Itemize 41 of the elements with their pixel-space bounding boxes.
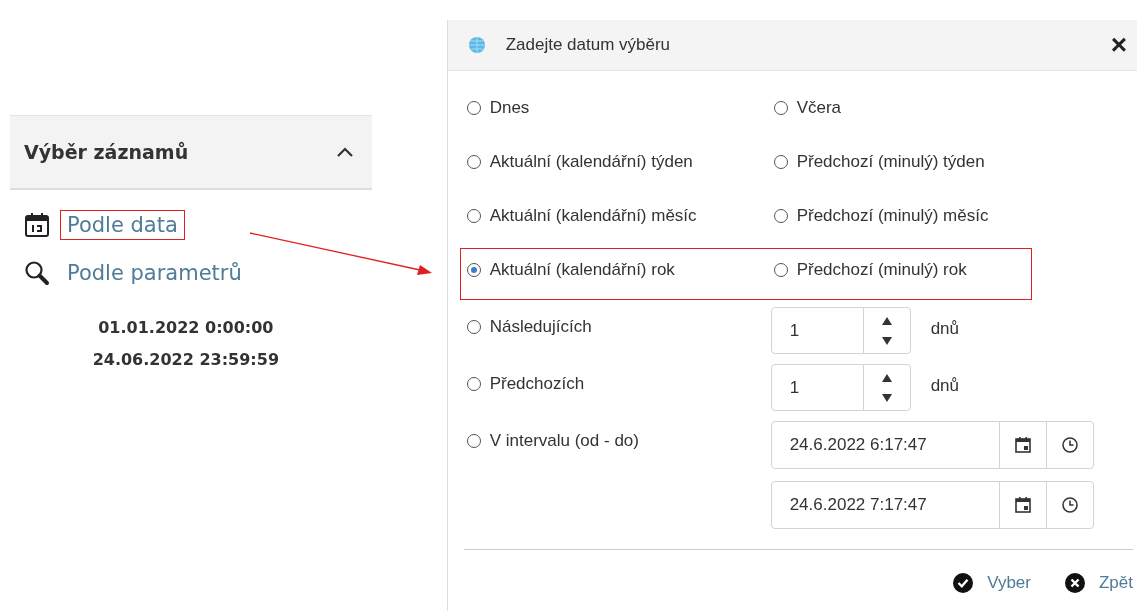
radio-option[interactable]: V intervalu (od - do)	[466, 428, 771, 454]
section-header[interactable]: Výběr záznamů	[10, 115, 372, 190]
number-field[interactable]: 1	[770, 364, 911, 411]
radio-option[interactable]: Následujících	[466, 314, 771, 340]
down-arrow-icon[interactable]	[880, 392, 893, 403]
radio-option[interactable]: Předchozí (minulý) měsíc	[773, 189, 1137, 243]
search-icon	[24, 260, 50, 286]
datetime-field[interactable]: 24.6.2022 7:17:47	[770, 481, 1094, 529]
back-button[interactable]: Zpět	[1064, 573, 1133, 593]
select-button[interactable]: Vyber	[953, 573, 1031, 593]
radio-option[interactable]: Předchozí (minulý) týden	[773, 135, 1137, 189]
clock-icon[interactable]	[1060, 496, 1079, 514]
radio-option[interactable]: Dnes	[466, 81, 774, 135]
check-icon	[953, 573, 974, 593]
radio-option[interactable]: Aktuální (kalendářní) měsíc	[466, 189, 774, 243]
section-title: Výběr záznamů	[24, 141, 189, 163]
date-text: 01.01.2022 0:00:00	[98, 318, 274, 337]
datetime-field[interactable]: 24.6.2022 6:17:47	[770, 421, 1094, 469]
calendar-icon	[24, 212, 50, 238]
up-arrow-icon[interactable]	[880, 372, 893, 383]
unit-label: dnů	[930, 376, 960, 397]
unit-label: dnů	[930, 319, 960, 340]
calendar-icon[interactable]	[1013, 436, 1032, 454]
up-arrow-icon[interactable]	[880, 315, 893, 326]
calendar-icon[interactable]	[1013, 496, 1032, 514]
dialog-title: Zadejte datum výběru	[505, 35, 672, 55]
number-field[interactable]: 1	[770, 307, 911, 354]
down-arrow-icon[interactable]	[880, 335, 893, 346]
close-button[interactable]: ×	[1106, 31, 1131, 59]
radio-option[interactable]: Aktuální (kalendářní) rok	[466, 243, 774, 297]
radio-option[interactable]: Včera	[773, 81, 1137, 135]
chevron-icon[interactable]	[335, 146, 354, 158]
link[interactable]: Podle data	[60, 210, 185, 240]
radio-option[interactable]: Předchozích	[466, 371, 771, 397]
link[interactable]: Podle parametrů	[60, 258, 249, 288]
clock-icon[interactable]	[1060, 436, 1079, 454]
radio-option[interactable]: Aktuální (kalendářní) týden	[466, 135, 774, 189]
date-text: 24.06.2022 23:59:59	[92, 350, 279, 369]
radio-option[interactable]: Předchozí (minulý) rok	[773, 243, 1137, 297]
close-circle-icon	[1064, 573, 1085, 593]
globe-icon	[466, 35, 487, 55]
